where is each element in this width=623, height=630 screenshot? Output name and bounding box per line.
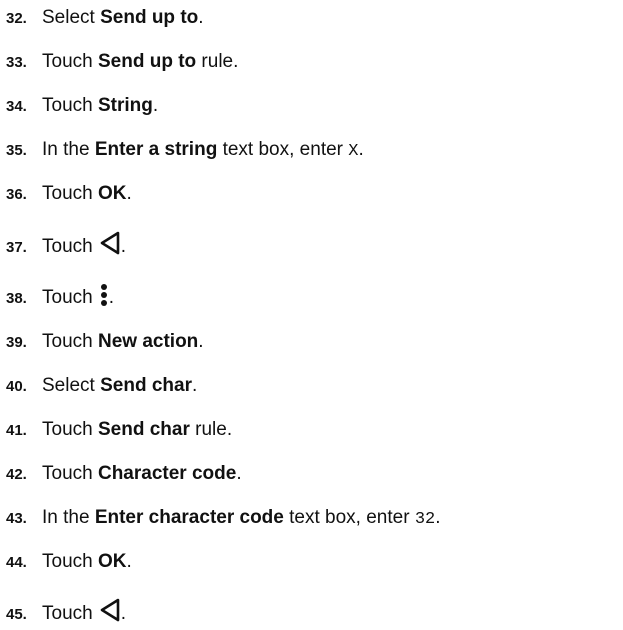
- step-text: .: [198, 7, 204, 28]
- step-33: 33. Touch Send up to rule.: [0, 50, 238, 75]
- ui-term: Send up to: [100, 7, 199, 28]
- step-text: rule.: [196, 51, 239, 72]
- step-number: 33.: [6, 54, 27, 71]
- ui-term: Enter character code: [94, 507, 284, 528]
- step-text: Touch: [42, 236, 93, 257]
- step-number: 38.: [6, 290, 27, 307]
- step-number: 32.: [6, 10, 27, 27]
- ui-term: Character code: [97, 463, 237, 484]
- step-32: 32. Select Send up to.: [0, 6, 204, 31]
- step-39: 39. Touch New action.: [0, 330, 204, 355]
- step-text: .: [191, 375, 198, 396]
- step-text: In the: [42, 139, 95, 160]
- step-text: Touch: [42, 551, 98, 572]
- ui-term: Send char: [97, 419, 190, 440]
- step-38: 38. Touch.: [0, 283, 114, 314]
- step-text: Touch: [42, 95, 98, 116]
- step-text: Select: [42, 7, 101, 28]
- step-text: Touch: [42, 183, 98, 204]
- step-number: 40.: [6, 378, 27, 395]
- step-text: .: [435, 507, 441, 528]
- step-text: .: [198, 331, 204, 352]
- ui-term: New action: [97, 331, 199, 352]
- ui-term: Enter a string: [94, 139, 218, 160]
- back-triangle-icon: [99, 230, 121, 263]
- step-40: 40. Select Send char.: [0, 374, 197, 399]
- step-number: 45.: [6, 606, 27, 623]
- step-number: 41.: [6, 422, 27, 439]
- step-number: 39.: [6, 334, 27, 351]
- step-text: .: [120, 236, 126, 257]
- step-text: .: [120, 603, 126, 624]
- ui-term: Send up to: [97, 51, 197, 72]
- step-text: Touch: [42, 603, 93, 624]
- step-text: .: [126, 183, 132, 204]
- step-text: Touch: [42, 287, 93, 308]
- step-35: 35. In the Enter a string text box, enter…: [0, 138, 364, 164]
- step-text: .: [126, 551, 132, 572]
- step-text: Touch: [42, 331, 98, 352]
- step-text: text box, enter: [217, 139, 349, 160]
- ui-term: String: [97, 95, 153, 116]
- step-37: 37. Touch.: [0, 230, 126, 263]
- step-text: .: [358, 139, 364, 160]
- step-text: Select: [42, 375, 101, 396]
- step-text: .: [108, 287, 114, 308]
- step-number: 42.: [6, 466, 27, 483]
- input-value: X: [348, 142, 359, 161]
- step-text: rule.: [189, 419, 233, 440]
- step-text: Touch: [42, 463, 98, 484]
- back-triangle-icon: [99, 597, 121, 630]
- step-text: text box, enter: [283, 507, 415, 528]
- step-number: 43.: [6, 510, 27, 527]
- step-text: .: [236, 463, 242, 484]
- input-value: 32: [414, 510, 436, 529]
- step-text: .: [152, 95, 159, 116]
- step-number: 37.: [6, 239, 27, 256]
- step-45: 45. Touch.: [0, 597, 126, 630]
- more-vertical-icon: [99, 283, 109, 314]
- step-text: In the: [42, 507, 95, 528]
- ui-term: OK: [97, 183, 127, 204]
- step-36: 36. Touch OK.: [0, 182, 132, 207]
- step-41: 41. Touch Send char rule.: [0, 418, 232, 443]
- step-number: 34.: [6, 98, 27, 115]
- step-44: 44. Touch OK.: [0, 550, 132, 575]
- ui-term: Send char: [100, 375, 192, 396]
- step-34: 34. Touch String.: [0, 94, 158, 119]
- step-number: 36.: [6, 186, 27, 203]
- ui-term: OK: [97, 551, 127, 572]
- step-43: 43. In the Enter character code text box,…: [0, 506, 441, 532]
- step-number: 44.: [6, 554, 27, 571]
- step-text: Touch: [42, 419, 98, 440]
- step-text: Touch: [42, 51, 98, 72]
- step-42: 42. Touch Character code.: [0, 462, 242, 487]
- step-number: 35.: [6, 142, 27, 159]
